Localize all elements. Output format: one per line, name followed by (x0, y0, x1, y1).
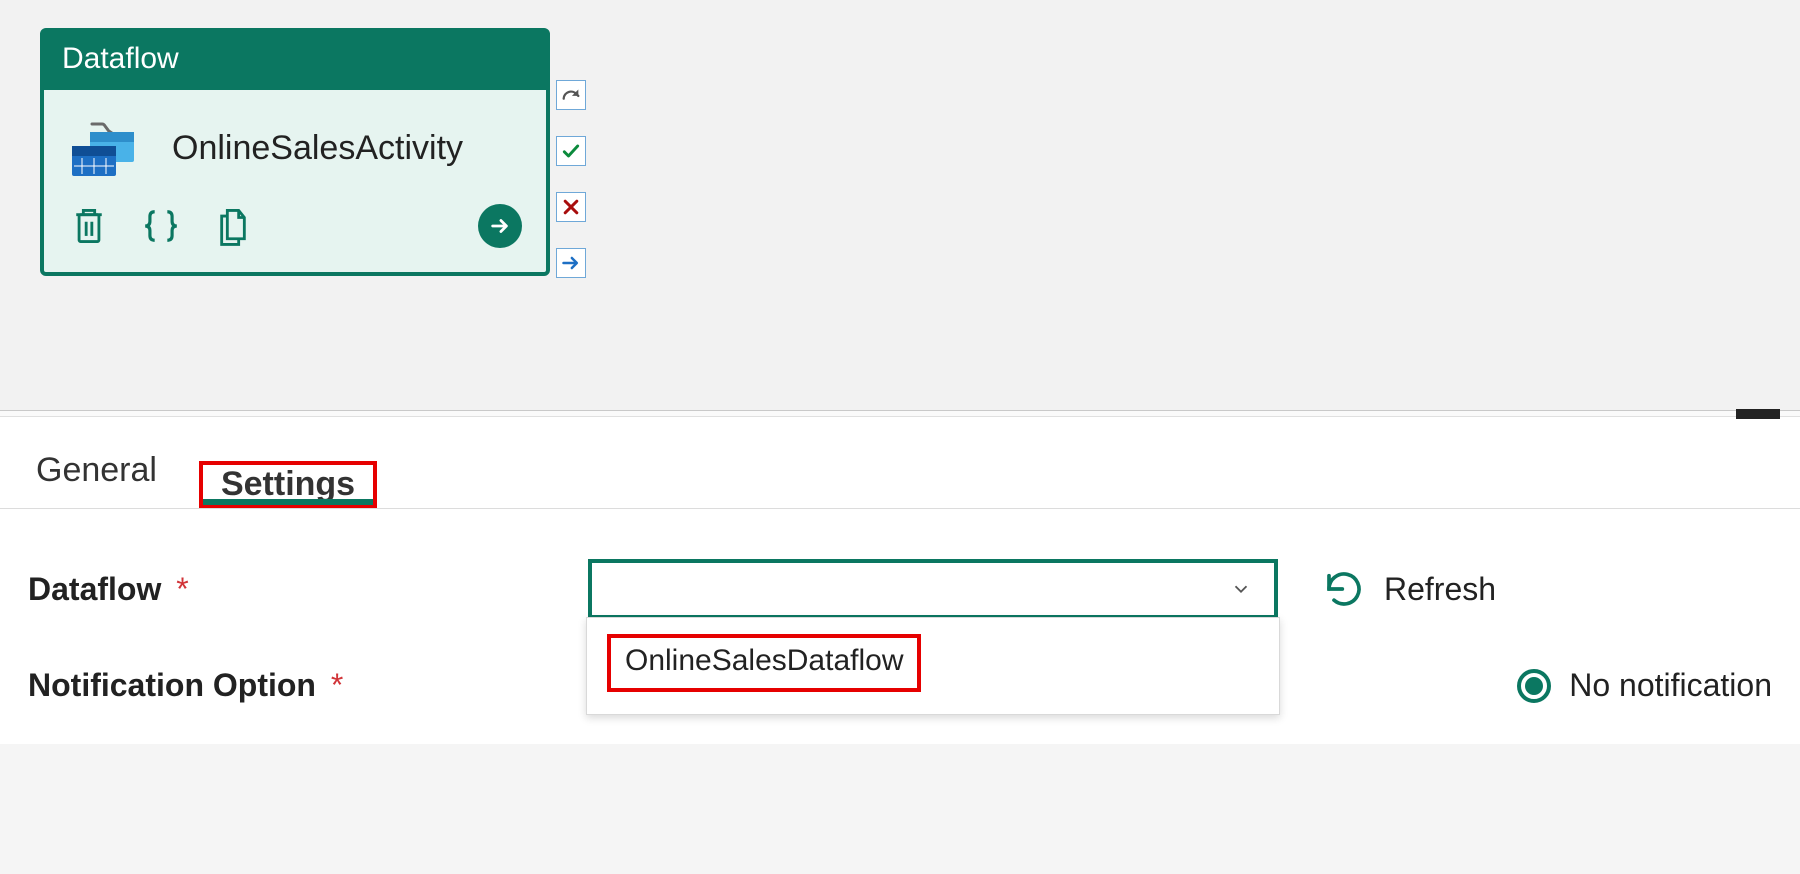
dataflow-label-text: Dataflow (28, 571, 161, 607)
activity-type-label: Dataflow (44, 32, 546, 90)
refresh-button[interactable]: Refresh (1324, 569, 1496, 609)
notification-radio-none[interactable]: No notification (1517, 667, 1772, 704)
dataflow-dropdown-panel: OnlineSalesDataflow (586, 617, 1280, 715)
pipeline-canvas[interactable]: Dataflow OnlineS (0, 0, 1800, 410)
copy-icon[interactable] (216, 206, 250, 246)
notification-label-text: Notification Option (28, 667, 316, 703)
refresh-icon (1324, 569, 1364, 609)
resize-handle[interactable] (1736, 409, 1780, 419)
properties-tabs: General Settings (0, 417, 1800, 509)
tab-settings[interactable]: Settings (199, 461, 377, 508)
required-marker: * (331, 667, 343, 703)
required-marker: * (176, 571, 188, 607)
properties-pane: General Settings Dataflow * On (0, 410, 1800, 744)
delete-icon[interactable] (72, 206, 106, 246)
dataflow-option-onlinesales[interactable]: OnlineSalesDataflow (607, 634, 921, 692)
notification-label: Notification Option * (28, 667, 588, 704)
success-connector[interactable] (556, 136, 586, 166)
tab-general[interactable]: General (28, 445, 165, 508)
code-braces-icon[interactable] (142, 206, 180, 246)
dataflow-activity-card[interactable]: Dataflow OnlineS (40, 28, 550, 276)
dataflow-dropdown[interactable] (588, 559, 1278, 619)
refresh-label: Refresh (1384, 571, 1496, 608)
completion-connector[interactable] (556, 248, 586, 278)
activity-side-actions (556, 80, 586, 278)
dataflow-label: Dataflow * (28, 571, 588, 608)
activity-name: OnlineSalesActivity (172, 129, 463, 168)
failure-connector[interactable] (556, 192, 586, 222)
run-arrow-button[interactable] (478, 204, 522, 248)
notification-radio-none-label: No notification (1569, 667, 1772, 704)
pane-divider[interactable] (0, 411, 1800, 417)
radio-selected-icon (1517, 669, 1551, 703)
dataflow-activity-icon (70, 118, 142, 178)
chevron-down-icon (1230, 578, 1252, 600)
redo-connector[interactable] (556, 80, 586, 110)
dataflow-field-row: Dataflow * OnlineSalesDataflow (28, 559, 1772, 619)
